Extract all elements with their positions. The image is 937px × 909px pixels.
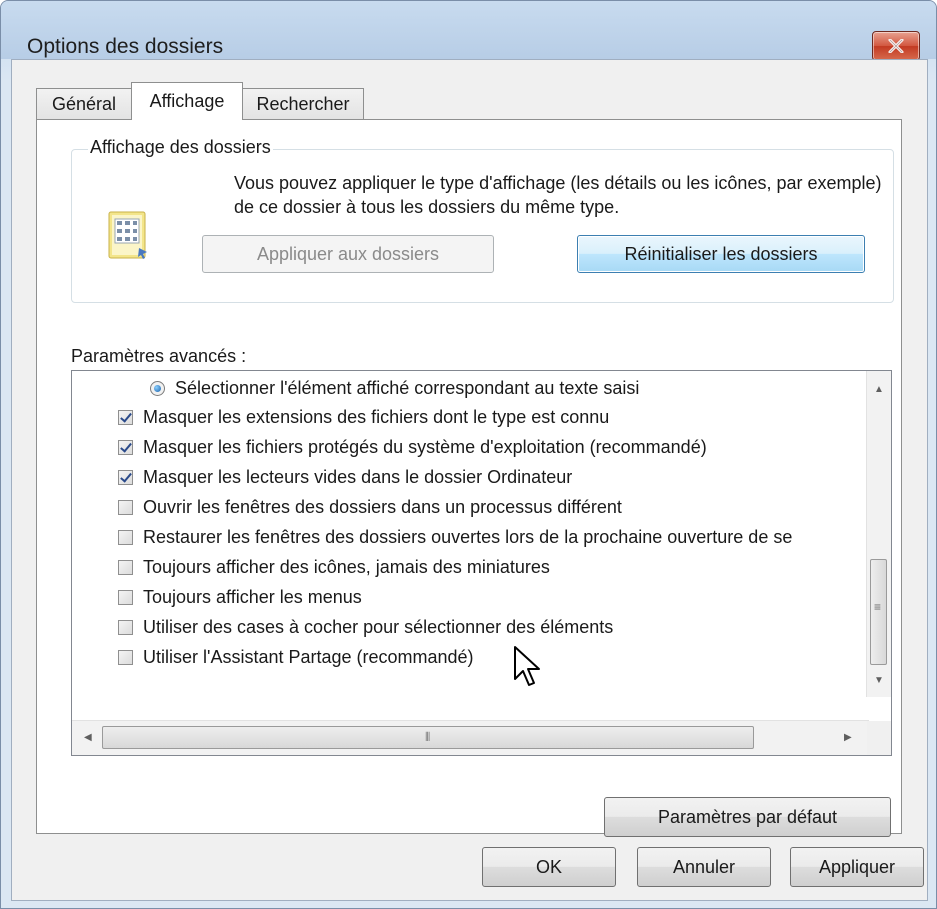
- scrollbar-corner: [867, 721, 891, 755]
- close-icon: [888, 39, 904, 53]
- list-item[interactable]: Toujours afficher les menus: [118, 583, 362, 611]
- checkbox[interactable]: [118, 409, 133, 425]
- grip-icon: ≡: [874, 600, 882, 614]
- title-bar[interactable]: Options des dossiers: [1, 1, 936, 61]
- close-button[interactable]: [872, 31, 920, 61]
- horizontal-scroll-thumb[interactable]: ⦀: [102, 726, 754, 749]
- scroll-right-arrow-icon[interactable]: ▶: [844, 733, 852, 743]
- folder-view-icon: [108, 211, 147, 259]
- list-item[interactable]: Utiliser l'Assistant Partage (recommandé…: [118, 643, 474, 671]
- mouse-pointer-icon: [514, 646, 540, 686]
- tab-affichage-label: Affichage: [149, 91, 225, 111]
- list-item[interactable]: Ouvrir les fenêtres des dossiers dans un…: [118, 493, 622, 521]
- vertical-scrollbar[interactable]: ▲ ≡ ▼: [866, 371, 891, 697]
- folder-views-legend: Affichage des dossiers: [88, 137, 273, 158]
- restore-defaults-label: Paramètres par défaut: [657, 806, 838, 827]
- cancel-label: Annuler: [672, 856, 736, 877]
- cancel-button[interactable]: Annuler: [637, 847, 771, 887]
- checkbox[interactable]: [118, 439, 133, 455]
- list-item-label: Restaurer les fenêtres des dossiers ouve…: [143, 526, 793, 547]
- scroll-left-arrow-icon[interactable]: ◀: [84, 733, 92, 743]
- list-item[interactable]: Toujours afficher des icônes, jamais des…: [118, 553, 550, 581]
- tab-general-label: Général: [51, 93, 117, 114]
- tab-panel-affichage: Affichage des dossiers Vous pouvez appli…: [36, 119, 902, 837]
- list-item-label: Masquer les lecteurs vides dans le dossi…: [143, 466, 573, 487]
- checkbox[interactable]: [118, 559, 133, 575]
- folder-views-group: Affichage des dossiers Vous pouvez appli…: [71, 137, 894, 303]
- checkbox[interactable]: [118, 499, 133, 515]
- reset-folders-label: Réinitialiser les dossiers: [624, 243, 818, 264]
- list-item-label: Sélectionner l'élément affiché correspon…: [175, 377, 640, 398]
- list-item[interactable]: Masquer les extensions des fichiers dont…: [118, 403, 609, 431]
- folder-views-description: Vous pouvez appliquer le type d'affichag…: [234, 173, 882, 217]
- apply-to-folders-button[interactable]: Appliquer aux dossiers: [202, 235, 494, 273]
- advanced-settings-list[interactable]: Sélectionner l'élément affiché correspon…: [71, 370, 892, 756]
- tab-general[interactable]: Général: [36, 88, 132, 119]
- grip-icon: ⦀: [425, 730, 431, 744]
- list-item-label: Utiliser l'Assistant Partage (recommandé…: [143, 646, 474, 667]
- radio-button[interactable]: [150, 380, 165, 396]
- list-item-label: Utiliser des cases à cocher pour sélecti…: [143, 616, 614, 637]
- scroll-down-arrow-icon[interactable]: ▼: [874, 676, 884, 686]
- list-item[interactable]: Restaurer les fenêtres des dossiers ouve…: [118, 523, 792, 551]
- tab-affichage[interactable]: Affichage: [131, 82, 243, 120]
- list-item[interactable]: Masquer les fichiers protégés du système…: [118, 433, 707, 461]
- checkbox[interactable]: [118, 619, 133, 635]
- vertical-scroll-thumb[interactable]: ≡: [870, 559, 887, 665]
- list-item[interactable]: Masquer les lecteurs vides dans le dossi…: [118, 463, 572, 491]
- dialog-body: Général Affichage Rechercher Affichage d…: [11, 59, 928, 901]
- ok-button[interactable]: OK: [482, 847, 616, 887]
- ok-label: OK: [535, 856, 562, 877]
- scroll-up-arrow-icon[interactable]: ▲: [874, 385, 884, 395]
- tab-rechercher-label: Rechercher: [256, 93, 350, 114]
- checkbox[interactable]: [118, 529, 133, 545]
- list-item-label: Masquer les fichiers protégés du système…: [143, 436, 707, 457]
- checkbox[interactable]: [118, 469, 133, 485]
- checkbox[interactable]: [118, 589, 133, 605]
- list-item-label: Toujours afficher des icônes, jamais des…: [143, 556, 550, 577]
- window-title: Options des dossiers: [27, 35, 224, 58]
- list-item-label: Ouvrir les fenêtres des dossiers dans un…: [143, 496, 622, 517]
- advanced-settings-label: Paramètres avancés :: [71, 346, 247, 366]
- apply-label: Appliquer: [818, 856, 896, 877]
- folder-options-window: Options des dossiers Général Affichage R…: [0, 0, 937, 909]
- horizontal-scrollbar[interactable]: ◀ ⦀ ▶: [72, 720, 869, 755]
- list-item-label: Toujours afficher les menus: [143, 586, 362, 607]
- reset-folders-button[interactable]: Réinitialiser les dossiers: [577, 235, 865, 273]
- restore-defaults-button[interactable]: Paramètres par défaut: [604, 797, 891, 837]
- apply-button[interactable]: Appliquer: [790, 847, 924, 887]
- apply-to-folders-label: Appliquer aux dossiers: [256, 243, 440, 264]
- list-item[interactable]: Sélectionner l'élément affiché correspon…: [150, 374, 639, 402]
- list-item-label: Masquer les extensions des fichiers dont…: [143, 406, 610, 427]
- checkbox[interactable]: [118, 649, 133, 665]
- tab-rechercher[interactable]: Rechercher: [242, 88, 364, 119]
- list-item[interactable]: Utiliser des cases à cocher pour sélecti…: [118, 613, 613, 641]
